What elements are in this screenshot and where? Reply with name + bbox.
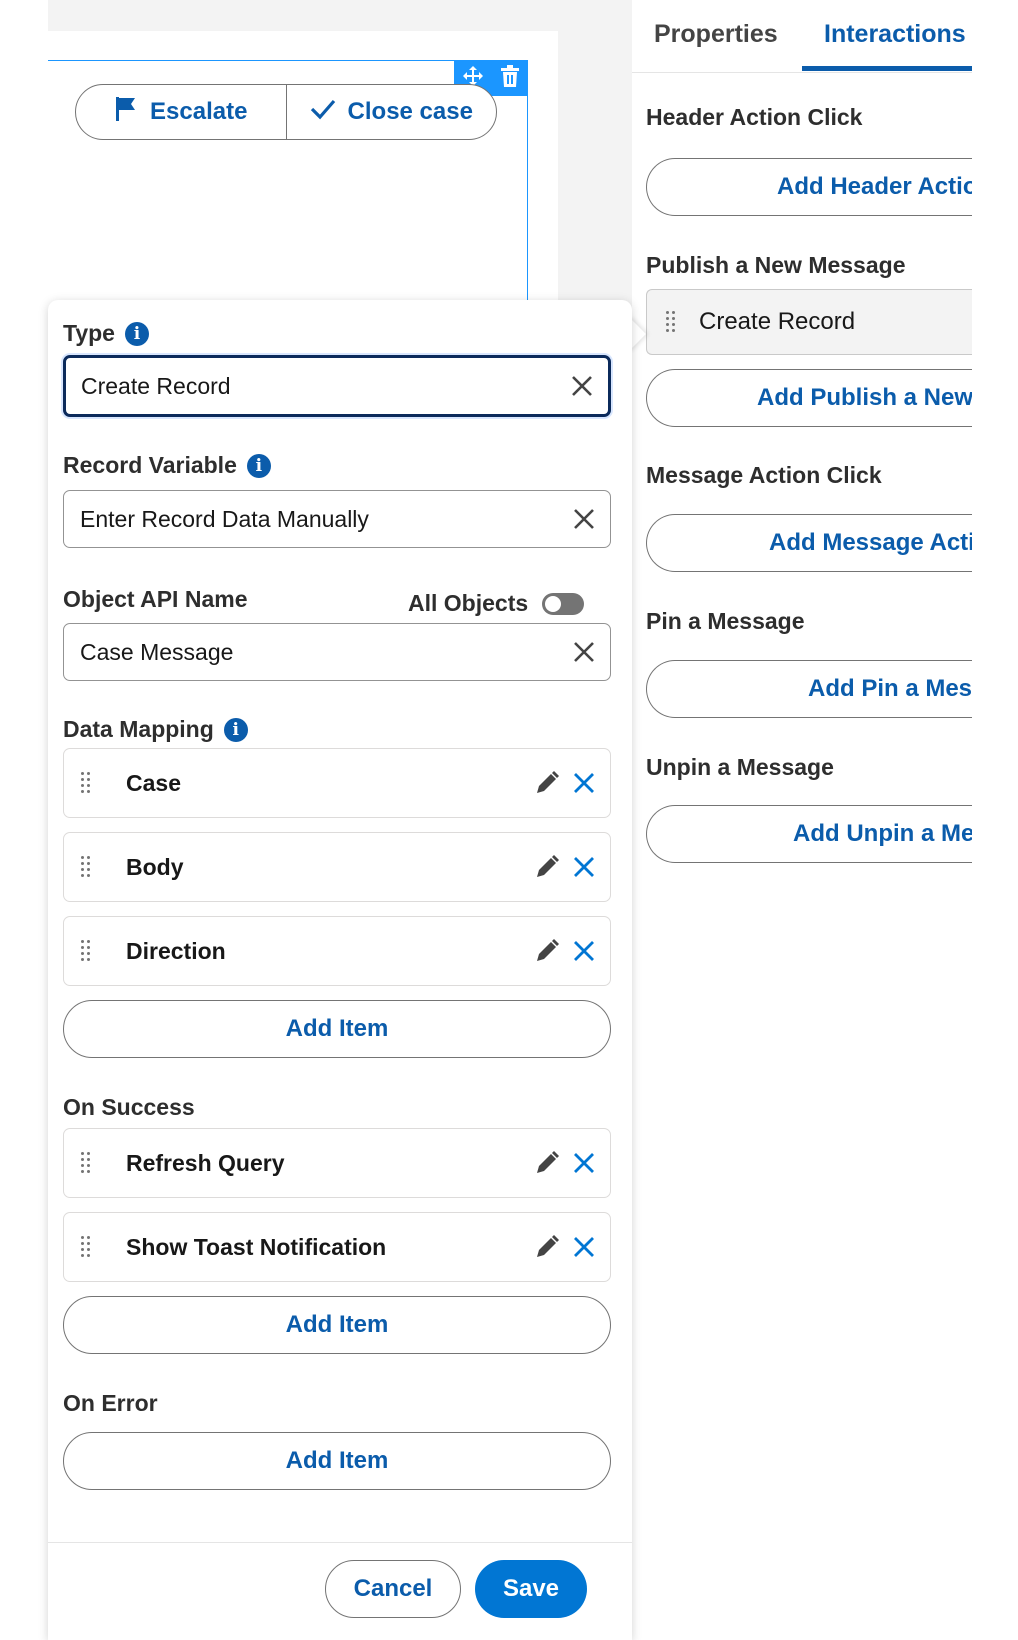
type-combobox[interactable]: Create Record bbox=[63, 355, 611, 417]
flag-icon bbox=[114, 96, 138, 129]
close-icon[interactable] bbox=[572, 939, 596, 963]
add-on-error-item-button[interactable]: Add Item bbox=[63, 1432, 611, 1490]
close-icon[interactable] bbox=[572, 1235, 596, 1259]
all-objects-label: All Objects bbox=[408, 590, 529, 616]
list-item[interactable]: Body bbox=[63, 832, 611, 902]
interaction-editor-popover: Type i Create Record Record Variable i E… bbox=[48, 300, 632, 1640]
clear-icon[interactable] bbox=[572, 507, 596, 531]
add-message-action-label: Add Message Action Click bbox=[769, 529, 972, 556]
list-item-label: Direction bbox=[126, 937, 226, 964]
add-publish-message-label: Add Publish a New Message bbox=[757, 384, 972, 411]
on-success-label: On Success bbox=[63, 1094, 195, 1120]
record-variable-value: Enter Record Data Manually bbox=[80, 505, 369, 532]
info-icon[interactable]: i bbox=[246, 453, 271, 478]
section-header-action-click: Header Action Click bbox=[646, 104, 863, 130]
close-icon[interactable] bbox=[572, 1151, 596, 1175]
drag-handle-icon[interactable] bbox=[80, 856, 92, 878]
close-case-label: Close case bbox=[347, 98, 473, 125]
info-icon[interactable]: i bbox=[223, 717, 248, 742]
interactions-list: Header Action Click Add Header Action Cl… bbox=[632, 72, 972, 1628]
add-data-mapping-item-button[interactable]: Add Item bbox=[63, 1000, 611, 1058]
edit-icon[interactable] bbox=[534, 938, 560, 964]
add-pin-message-label: Add Pin a Message bbox=[808, 675, 972, 702]
close-icon[interactable] bbox=[572, 771, 596, 795]
edit-icon[interactable] bbox=[534, 854, 560, 880]
data-mapping-label: Data Mapping i bbox=[63, 716, 248, 743]
add-header-action-button[interactable]: Add Header Action Click bbox=[646, 158, 972, 216]
record-variable-label: Record Variable i bbox=[63, 452, 271, 479]
section-unpin-message: Unpin a Message bbox=[646, 754, 834, 780]
object-api-name-combobox[interactable]: Case Message bbox=[63, 623, 611, 681]
add-pin-message-button[interactable]: Add Pin a Message bbox=[646, 660, 972, 718]
add-on-success-item-button[interactable]: Add Item bbox=[63, 1296, 611, 1354]
close-icon[interactable] bbox=[572, 855, 596, 879]
drag-handle-icon[interactable] bbox=[80, 772, 92, 794]
section-pin-message: Pin a Message bbox=[646, 608, 805, 634]
type-label: Type i bbox=[63, 320, 149, 347]
toggle-switch[interactable] bbox=[542, 592, 585, 615]
case-actions-button-group: Escalate Close case bbox=[75, 84, 497, 140]
section-publish-new-message: Publish a New Message bbox=[646, 252, 906, 278]
info-icon[interactable]: i bbox=[124, 321, 149, 346]
list-item[interactable]: Show Toast Notification bbox=[63, 1212, 611, 1282]
add-item-label: Add Item bbox=[285, 1311, 389, 1338]
interaction-item-label: Create Record bbox=[699, 308, 856, 335]
interaction-item-create-record[interactable]: Create Record bbox=[646, 289, 972, 355]
edit-icon[interactable] bbox=[534, 1150, 560, 1176]
list-item-label: Body bbox=[126, 853, 184, 880]
object-api-name-value: Case Message bbox=[80, 638, 234, 665]
check-icon bbox=[310, 98, 336, 127]
escalate-label: Escalate bbox=[150, 98, 248, 125]
add-unpin-message-label: Add Unpin a Message bbox=[793, 820, 972, 847]
add-unpin-message-button[interactable]: Add Unpin a Message bbox=[646, 805, 972, 863]
clear-icon[interactable] bbox=[570, 374, 594, 398]
add-message-action-button[interactable]: Add Message Action Click bbox=[646, 514, 972, 572]
drag-handle-icon[interactable] bbox=[80, 940, 92, 962]
type-value: Create Record bbox=[81, 372, 231, 399]
list-item-label: Show Toast Notification bbox=[126, 1233, 387, 1260]
add-item-label: Add Item bbox=[285, 1015, 389, 1042]
record-variable-combobox[interactable]: Enter Record Data Manually bbox=[63, 490, 611, 548]
delete-icon[interactable] bbox=[500, 64, 520, 92]
escalate-button[interactable]: Escalate bbox=[76, 85, 286, 139]
list-item[interactable]: Refresh Query bbox=[63, 1128, 611, 1198]
interactions-panel: Properties Interactions Header Action Cl… bbox=[632, 0, 1018, 1628]
all-objects-toggle[interactable]: All Objects bbox=[408, 590, 585, 617]
popover-footer-divider bbox=[48, 1542, 632, 1543]
close-case-button[interactable]: Close case bbox=[285, 85, 497, 139]
list-item-label: Case bbox=[126, 769, 181, 796]
list-item-label: Refresh Query bbox=[126, 1149, 285, 1176]
add-item-label: Add Item bbox=[285, 1447, 389, 1474]
drag-handle-icon[interactable] bbox=[80, 1236, 92, 1258]
section-message-action-click: Message Action Click bbox=[646, 462, 882, 488]
on-error-label: On Error bbox=[63, 1390, 158, 1416]
tab-properties[interactable]: Properties bbox=[654, 20, 778, 49]
add-header-action-label: Add Header Action Click bbox=[777, 173, 972, 200]
panel-tabs: Properties Interactions bbox=[632, 0, 972, 73]
drag-handle-icon[interactable] bbox=[665, 311, 677, 333]
cancel-button[interactable]: Cancel bbox=[325, 1560, 461, 1618]
list-item[interactable]: Case bbox=[63, 748, 611, 818]
drag-handle-icon[interactable] bbox=[80, 1152, 92, 1174]
clear-icon[interactable] bbox=[572, 640, 596, 664]
save-button[interactable]: Save bbox=[475, 1560, 587, 1618]
edit-icon[interactable] bbox=[534, 770, 560, 796]
edit-icon[interactable] bbox=[534, 1234, 560, 1260]
active-tab-indicator bbox=[802, 66, 972, 71]
tab-interactions[interactable]: Interactions bbox=[824, 20, 966, 49]
add-publish-message-button[interactable]: Add Publish a New Message bbox=[646, 369, 972, 427]
object-api-name-label: Object API Name bbox=[63, 586, 248, 612]
list-item[interactable]: Direction bbox=[63, 916, 611, 986]
